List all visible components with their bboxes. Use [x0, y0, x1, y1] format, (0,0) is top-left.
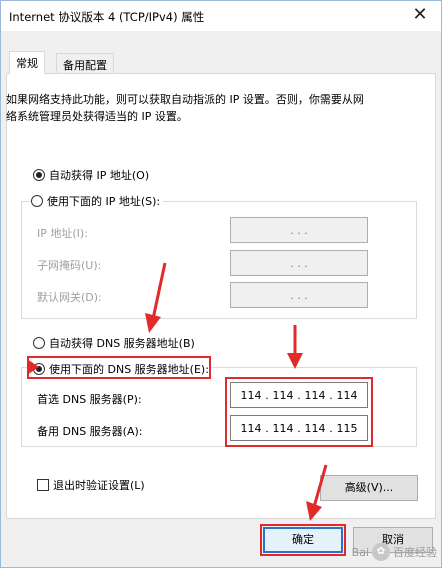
manual-ip-radio[interactable]: 使用下面的 IP 地址(S):	[31, 193, 164, 209]
manual-dns-radio[interactable]: 使用下面的 DNS 服务器地址(E):	[33, 361, 212, 377]
alternate-dns-octet: 114	[304, 421, 326, 435]
paw-icon: ✿	[372, 543, 390, 561]
default-gateway-input[interactable]: . . .	[230, 282, 368, 308]
auto-ip-radio-indicator[interactable]	[33, 169, 45, 181]
watermark: Bai ✿ 百度经验	[352, 543, 437, 561]
alternate-dns-input[interactable]: 114 . 114 . 114 . 115	[230, 415, 368, 441]
watermark-text: 百度经验	[393, 546, 437, 559]
description-text: 如果网络支持此功能，则可以获取自动指派的 IP 设置。否则，你需要从网 络系统管…	[6, 93, 364, 123]
ok-button[interactable]: 确定	[263, 527, 343, 553]
manual-dns-radio-indicator[interactable]	[33, 363, 45, 375]
manual-dns-label: 使用下面的 DNS 服务器地址(E):	[49, 363, 209, 376]
window-title: Internet 协议版本 4 (TCP/IPv4) 属性	[9, 10, 205, 24]
tab-alternate-config[interactable]: 备用配置	[56, 53, 114, 73]
alternate-dns-octet: 115	[336, 421, 358, 435]
preferred-dns-octet: 114	[304, 388, 326, 402]
alternate-dns-octet: 114	[272, 421, 294, 435]
validate-checkbox-box[interactable]	[37, 479, 49, 491]
preferred-dns-input[interactable]: 114 . 114 . 114 . 114	[230, 382, 368, 408]
subnet-mask-label: 子网掩码(U):	[37, 259, 102, 272]
ip-address-label: IP 地址(I):	[37, 227, 88, 240]
advanced-button[interactable]: 高级(V)...	[320, 475, 418, 501]
subnet-mask-input[interactable]: . . .	[230, 250, 368, 276]
octet-separator: .	[329, 421, 333, 435]
watermark-brand: Bai	[351, 545, 369, 559]
manual-ip-radio-indicator[interactable]	[31, 195, 43, 207]
validate-label: 退出时验证设置(L)	[53, 479, 145, 492]
default-gateway-label: 默认网关(D):	[37, 291, 102, 304]
preferred-dns-octet: 114	[240, 388, 262, 402]
alternate-dns-octet: 114	[240, 421, 262, 435]
manual-ip-label: 使用下面的 IP 地址(S):	[47, 195, 161, 208]
validate-on-exit-checkbox[interactable]: 退出时验证设置(L)	[37, 477, 145, 493]
title-bar: Internet 协议版本 4 (TCP/IPv4) 属性 ✕	[1, 1, 441, 31]
alternate-dns-label: 备用 DNS 服务器(A):	[37, 425, 143, 438]
octet-separator: .	[297, 388, 301, 402]
octet-separator: .	[329, 388, 333, 402]
octet-separator: .	[297, 421, 301, 435]
tab-general[interactable]: 常规	[9, 51, 45, 74]
preferred-dns-octet: 114	[272, 388, 294, 402]
auto-ip-label: 自动获得 IP 地址(O)	[49, 169, 150, 182]
preferred-dns-label: 首选 DNS 服务器(P):	[37, 393, 142, 406]
octet-separator: .	[265, 388, 269, 402]
ip-address-input[interactable]: . . .	[230, 217, 368, 243]
auto-dns-label: 自动获得 DNS 服务器地址(B)	[49, 337, 195, 350]
auto-ip-radio[interactable]: 自动获得 IP 地址(O)	[33, 167, 149, 183]
auto-dns-radio[interactable]: 自动获得 DNS 服务器地址(B)	[33, 335, 195, 351]
octet-separator: .	[265, 421, 269, 435]
preferred-dns-octet: 114	[336, 388, 358, 402]
close-icon[interactable]: ✕	[409, 4, 431, 26]
properties-dialog: Internet 协议版本 4 (TCP/IPv4) 属性 ✕ 常规 备用配置 …	[0, 0, 442, 568]
auto-dns-radio-indicator[interactable]	[33, 337, 45, 349]
